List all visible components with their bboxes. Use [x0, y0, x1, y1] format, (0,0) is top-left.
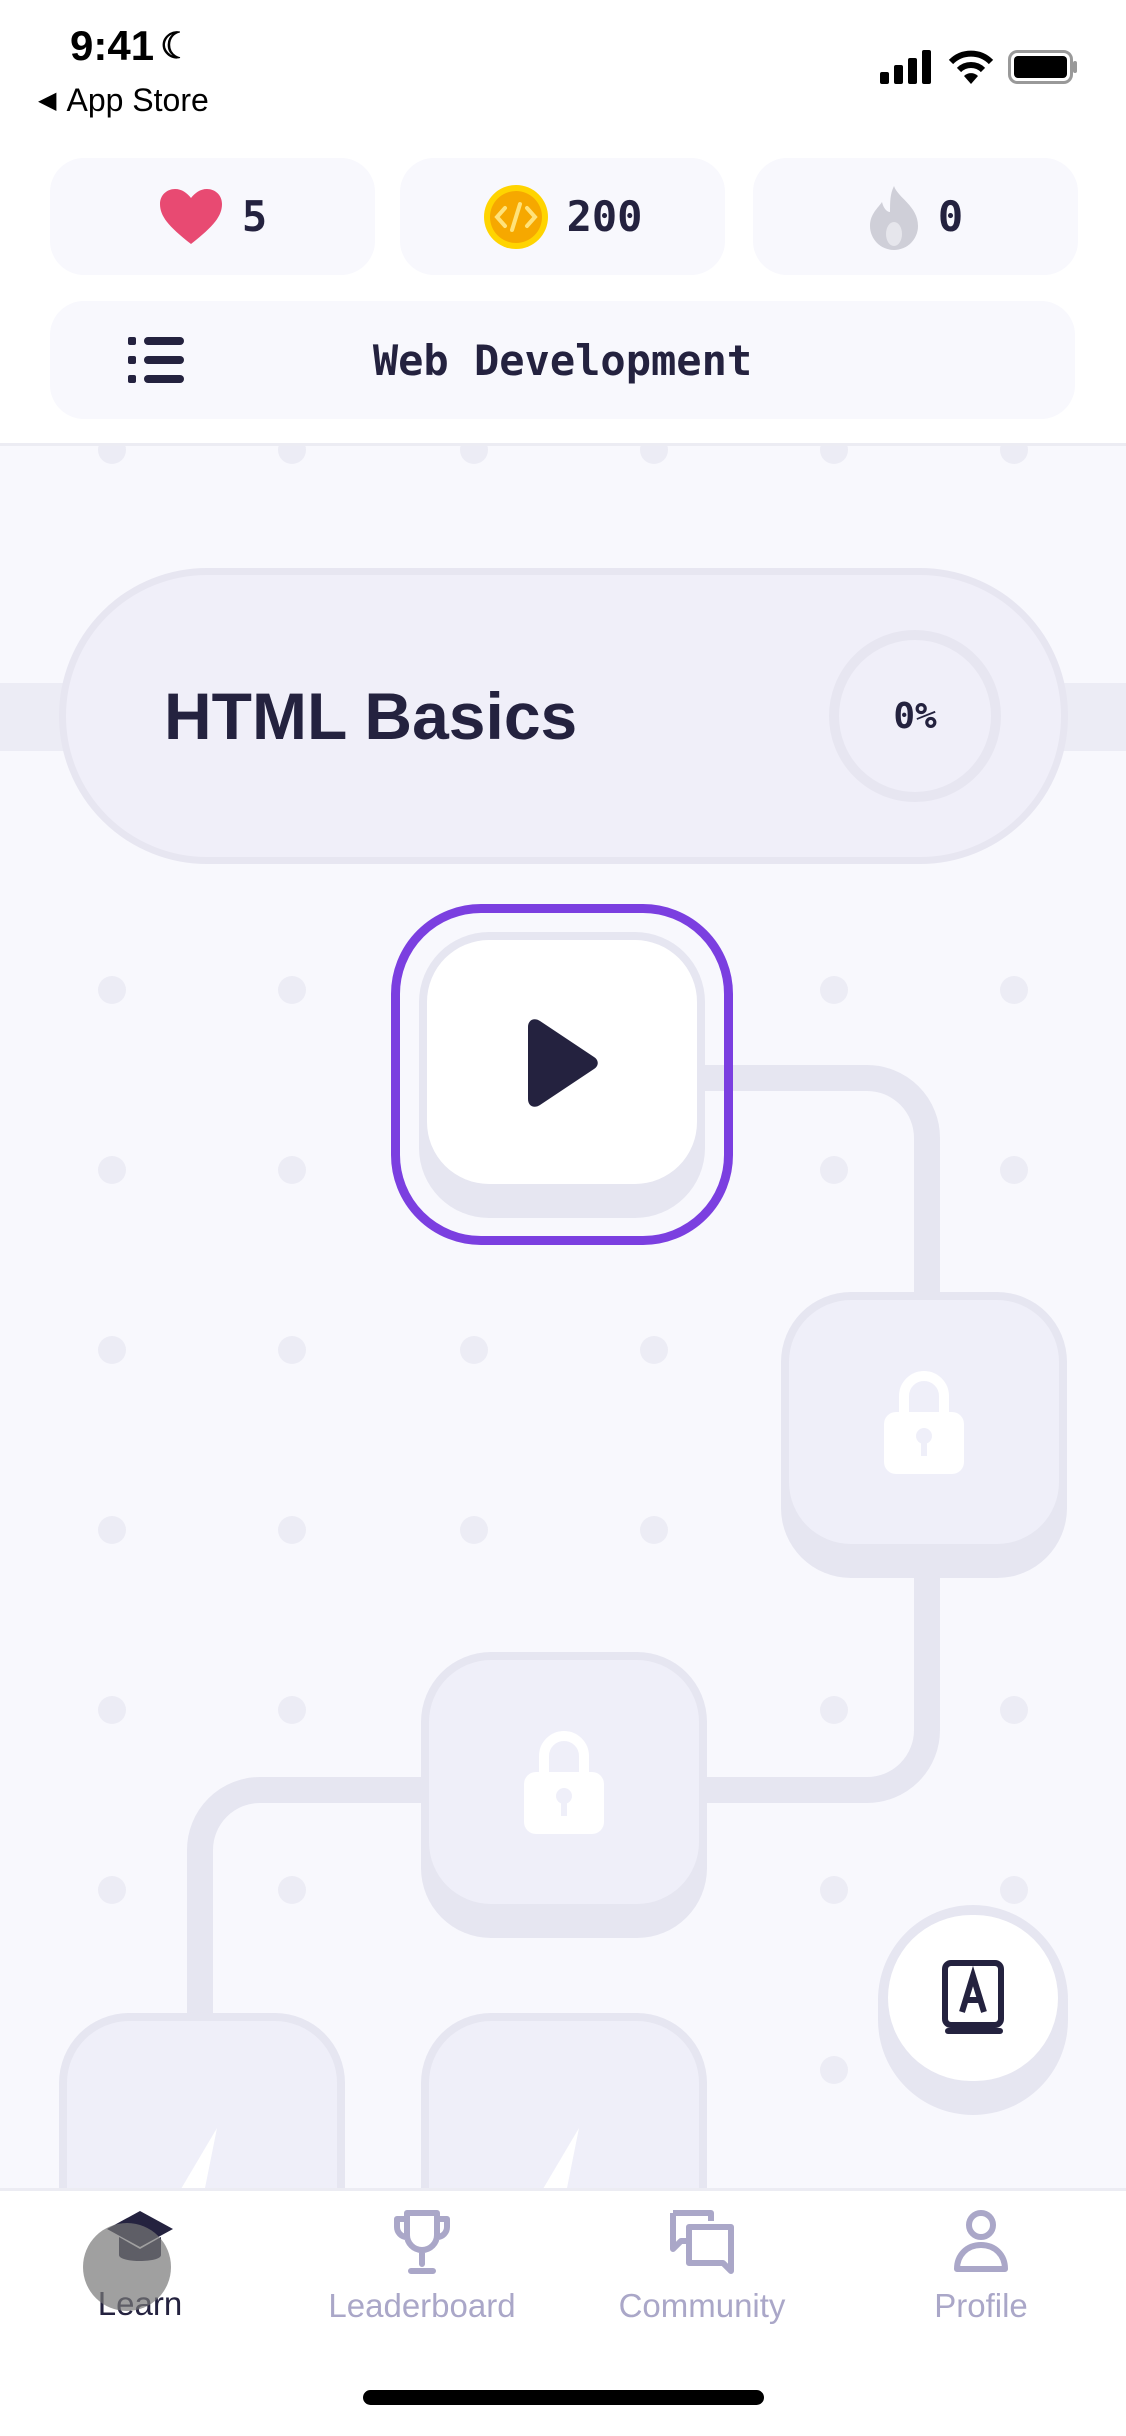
grid-dot: [98, 1336, 126, 1364]
top-bar: 9:41 ☾ ◀ App Store 5 200 0 Web Development: [0, 0, 1126, 446]
course-selector[interactable]: Web Development: [50, 301, 1075, 419]
person-icon: [954, 2210, 1008, 2272]
moon-icon: ☾: [160, 25, 193, 66]
grid-dot: [1000, 976, 1028, 1004]
path-segment: [700, 1570, 940, 1803]
grid-dot: [820, 1156, 848, 1184]
grid-dot: [460, 1336, 488, 1364]
grid-dot: [98, 1156, 126, 1184]
unit-progress-circle: 0%: [829, 630, 1001, 802]
battery-icon: [1008, 50, 1077, 84]
status-time: 9:41 ☾: [70, 22, 193, 69]
signal-icon: [880, 50, 931, 84]
lesson-node-locked[interactable]: [421, 1652, 707, 1938]
grid-dot: [278, 1516, 306, 1544]
grid-dot: [1000, 1876, 1028, 1904]
lesson-node-locked[interactable]: [781, 1292, 1067, 1578]
grid-dot: [460, 1516, 488, 1544]
grid-dot: [820, 2056, 848, 2084]
back-to-app-store[interactable]: ◀ App Store: [38, 82, 209, 119]
unit-title: HTML Basics: [164, 679, 578, 753]
coins-stat[interactable]: 200: [400, 158, 725, 275]
grid-dot: [98, 1516, 126, 1544]
grid-dot: [820, 1876, 848, 1904]
play-icon: [528, 1019, 598, 1107]
grid-dot: [820, 1696, 848, 1724]
chat-bubbles-icon: [670, 2210, 734, 2274]
home-indicator[interactable]: [363, 2390, 764, 2405]
course-title: Web Development: [372, 335, 753, 385]
path-segment: [187, 1777, 430, 2020]
tab-community[interactable]: Community: [592, 2209, 812, 2325]
dictionary-book-icon: [942, 1960, 1004, 2034]
lesson-node-active[interactable]: [419, 932, 705, 1218]
grid-dot: [278, 1156, 306, 1184]
grid-dot: [278, 1876, 306, 1904]
lock-icon: [884, 1371, 964, 1474]
grid-dot: [278, 1696, 306, 1724]
grid-dot: [640, 1516, 668, 1544]
grid-dot: [1000, 1156, 1028, 1184]
grid-dot: [98, 1876, 126, 1904]
grid-dot: [98, 1696, 126, 1724]
status-icons: [880, 50, 1078, 84]
grid-dot: [1000, 1696, 1028, 1724]
code-coin-icon: [483, 184, 548, 249]
grid-dot: [640, 1336, 668, 1364]
lock-icon: [524, 1731, 604, 1834]
flame-icon: [869, 185, 918, 250]
dictionary-button[interactable]: [878, 1905, 1068, 2115]
back-triangle-icon: ◀: [38, 87, 57, 114]
tab-leaderboard[interactable]: Leaderboard: [312, 2209, 532, 2325]
trophy-icon: [394, 2210, 450, 2274]
path-segment: [700, 1065, 940, 1300]
tab-profile[interactable]: Profile: [871, 2209, 1091, 2325]
heart-icon: [159, 188, 222, 244]
wifi-icon: [948, 50, 994, 84]
streak-stat[interactable]: 0: [753, 158, 1078, 275]
unit-banner[interactable]: HTML Basics 0%: [59, 568, 1068, 864]
grid-dot: [278, 976, 306, 1004]
touch-indicator: [83, 2223, 171, 2311]
grid-dot: [98, 976, 126, 1004]
grid-dot: [820, 976, 848, 1004]
hearts-stat[interactable]: 5: [50, 158, 375, 275]
grid-dot: [278, 1336, 306, 1364]
